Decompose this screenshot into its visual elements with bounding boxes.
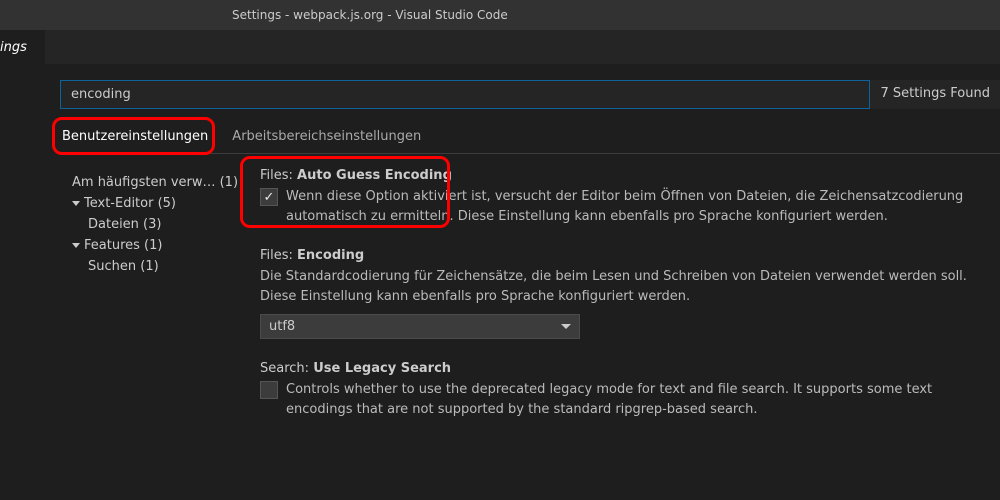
tab-user-settings[interactable]: Benutzereinstellungen xyxy=(60,121,210,153)
setting-title: Files: Encoding xyxy=(260,248,1000,263)
encoding-select[interactable]: utf8 xyxy=(260,314,580,339)
chevron-down-icon xyxy=(72,201,80,206)
setting-description: Controls whether to use the deprecated l… xyxy=(286,380,1000,419)
setting-auto-guess-encoding: Files: Auto Guess Encoding ✓ Wenn diese … xyxy=(260,168,1000,226)
auto-guess-checkbox[interactable]: ✓ xyxy=(260,188,278,206)
chevron-down-icon xyxy=(72,243,80,248)
sidebar-item-text-editor[interactable]: Text-Editor (5) xyxy=(60,193,240,214)
legacy-search-checkbox[interactable] xyxy=(260,381,278,399)
setting-title: Files: Auto Guess Encoding xyxy=(260,168,1000,183)
setting-description: Wenn diese Option aktiviert ist, versuch… xyxy=(286,187,1000,226)
sidebar-item-files[interactable]: Dateien (3) xyxy=(60,214,240,235)
setting-description: Die Standardcodierung für Zeichensätze, … xyxy=(260,267,1000,306)
window-title: Settings - webpack.js.org - Visual Studi… xyxy=(232,8,508,22)
sidebar-item-frequent[interactable]: Am häufigsten verw… (1) xyxy=(60,172,240,193)
settings-search-input[interactable] xyxy=(60,80,870,109)
window-titlebar: Settings - webpack.js.org - Visual Studi… xyxy=(0,0,1000,30)
settings-scope-tabs: Benutzereinstellungen Arbeitsbereichsein… xyxy=(60,121,1000,154)
settings-list: Files: Auto Guess Encoding ✓ Wenn diese … xyxy=(260,168,1000,441)
sidebar-item-features[interactable]: Features (1) xyxy=(60,235,240,256)
setting-files-encoding: Files: Encoding Die Standardcodierung fü… xyxy=(260,248,1000,339)
check-icon: ✓ xyxy=(264,190,275,205)
settings-editor-tab[interactable]: ings xyxy=(0,30,45,64)
settings-outline: Am häufigsten verw… (1) Text-Editor (5) … xyxy=(60,168,240,441)
tab-workspace-settings[interactable]: Arbeitsbereichseinstellungen xyxy=(230,121,423,153)
chevron-down-icon xyxy=(561,324,571,329)
sidebar-item-search[interactable]: Suchen (1) xyxy=(60,256,240,277)
setting-title: Search: Use Legacy Search xyxy=(260,361,1000,376)
setting-use-legacy-search: Search: Use Legacy Search Controls wheth… xyxy=(260,361,1000,419)
select-value: utf8 xyxy=(269,319,295,334)
editor-tabbar: ings xyxy=(0,30,1000,64)
settings-search-count: 7 Settings Found xyxy=(870,80,1000,109)
